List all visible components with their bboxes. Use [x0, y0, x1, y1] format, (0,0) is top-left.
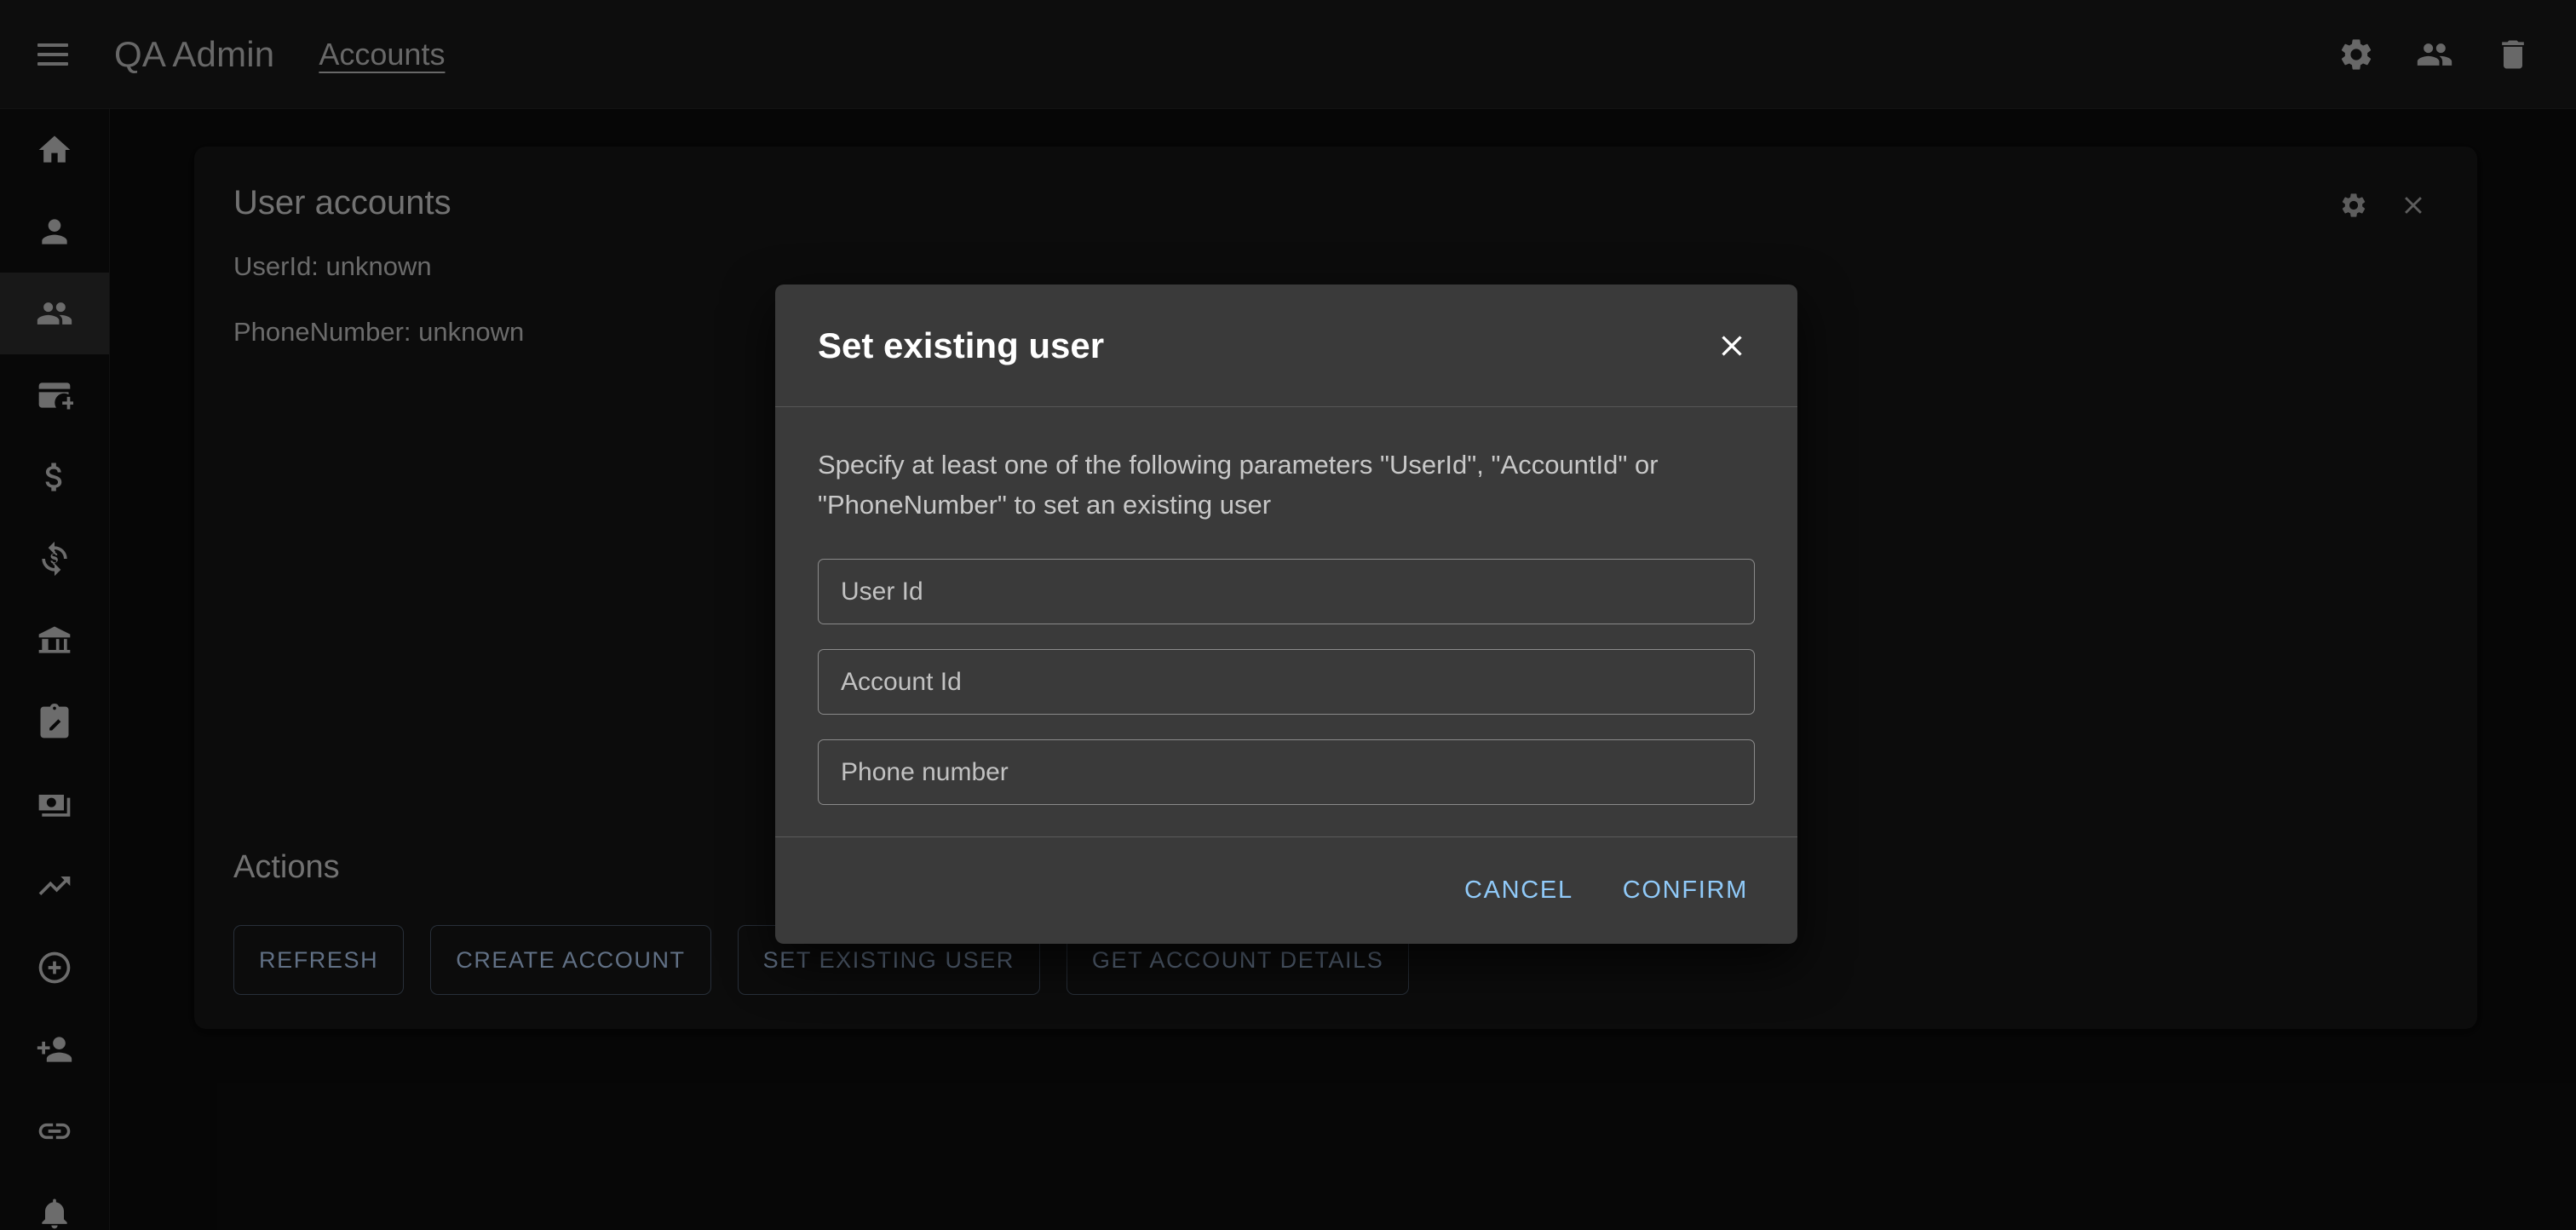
dialog-title: Set existing user: [818, 325, 1105, 365]
set-existing-user-dialog: Set existing user Specify at least one o…: [775, 285, 1797, 944]
app-root: QA Admin Accounts User accounts UserId: …: [0, 0, 2576, 1230]
dialog-description: Specify at least one of the following pa…: [818, 450, 1659, 520]
confirm-button[interactable]: CONFIRM: [1604, 863, 1767, 918]
account-id-input[interactable]: [841, 667, 1732, 697]
phone-number-field[interactable]: [818, 739, 1755, 806]
user-id-input[interactable]: [841, 577, 1732, 606]
phone-number-input[interactable]: [841, 757, 1732, 787]
dialog-footer: CANCEL CONFIRM: [775, 836, 1797, 944]
user-id-field[interactable]: [818, 559, 1755, 625]
cancel-button[interactable]: CANCEL: [1446, 863, 1592, 918]
account-id-field[interactable]: [818, 649, 1755, 716]
dialog-body: Specify at least one of the following pa…: [775, 407, 1797, 836]
close-icon[interactable]: [1700, 314, 1763, 377]
dialog-header: Set existing user: [775, 285, 1797, 407]
